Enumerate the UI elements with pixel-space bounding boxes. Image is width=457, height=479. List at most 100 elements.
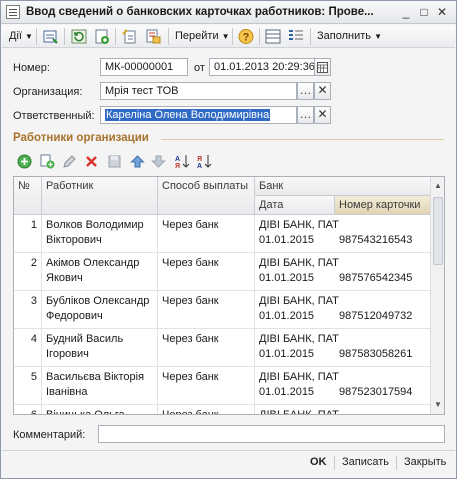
maximize-button[interactable]: □ bbox=[416, 5, 432, 19]
ok-button[interactable]: OK bbox=[310, 456, 327, 468]
bank-detail-line: 01.01.2015 987543216543 bbox=[259, 233, 428, 248]
workers-table[interactable]: № Работник Способ выплаты Банк Дата Номе… bbox=[13, 176, 445, 415]
bank-name: ДІВІ БАНК, ПАТ bbox=[259, 409, 339, 415]
add-document-icon[interactable] bbox=[94, 29, 110, 44]
bank-detail-line: 01.01.2015 987583058261 bbox=[259, 347, 428, 362]
post-document-icon[interactable] bbox=[43, 29, 59, 44]
card-number: 987512049732 bbox=[339, 310, 413, 322]
table-scrollbar[interactable]: ▲ ▼ bbox=[430, 177, 444, 414]
sort-descending-icon[interactable]: Я A bbox=[197, 154, 212, 169]
payment-method-cell[interactable]: Через банк bbox=[158, 367, 255, 405]
copy-row-icon[interactable] bbox=[40, 154, 55, 169]
bank-cell[interactable]: ДІВІ БАНК, ПАТ 01.01.2015 987523017594 bbox=[255, 367, 432, 405]
bank-detail-line: 01.01.2015 987576542345 bbox=[259, 271, 428, 286]
table-row[interactable]: 5 Васильєва Вікторія Іванівна Через банк ДІВ… bbox=[14, 367, 432, 405]
clear-icon: ✕ bbox=[317, 83, 328, 97]
payment-method-cell[interactable]: Через банк bbox=[158, 329, 255, 367]
actions-menu[interactable]: Дії ▼ bbox=[6, 27, 36, 46]
table-row[interactable]: 1 Волков Володимир Вікторович Через банк ДІВ… bbox=[14, 215, 432, 253]
worker-cell[interactable]: Бубліков Олександр Федорович bbox=[42, 291, 158, 329]
responsible-clear-button[interactable]: ✕ bbox=[314, 106, 331, 124]
calendar-button[interactable] bbox=[314, 58, 331, 76]
number-field[interactable]: МК-00000001 bbox=[100, 58, 188, 76]
section-divider bbox=[161, 139, 444, 140]
print-document-icon[interactable] bbox=[145, 29, 161, 44]
structure-icon[interactable] bbox=[265, 29, 281, 44]
end-edit-icon[interactable] bbox=[107, 154, 122, 169]
column-header-payment-method[interactable]: Способ выплаты bbox=[158, 177, 255, 215]
number-label: Номер: bbox=[13, 62, 50, 74]
list-settings-icon[interactable] bbox=[288, 29, 304, 44]
responsible-field[interactable]: Кареліна Олена Володимирівна bbox=[100, 106, 297, 124]
svg-text:A: A bbox=[175, 156, 180, 163]
table-toolbar: A Я Я A bbox=[13, 152, 313, 172]
chevron-down-icon: ▼ bbox=[25, 32, 33, 41]
worker-cell[interactable]: Акімов Олександр Якович bbox=[42, 253, 158, 291]
scroll-thumb[interactable] bbox=[433, 197, 443, 265]
sort-ascending-icon[interactable]: A Я bbox=[175, 154, 190, 169]
row-number-cell: 1 bbox=[14, 215, 42, 253]
worker-cell[interactable]: Волков Володимир Вікторович bbox=[42, 215, 158, 253]
column-header-number[interactable]: № bbox=[14, 177, 42, 215]
actions-menu-label: Дії bbox=[9, 30, 22, 42]
worker-cell[interactable]: Васильєва Вікторія Іванівна bbox=[42, 367, 158, 405]
bank-cell[interactable]: ДІВІ БАНК, ПАТ 01.01.2015 987512049732 bbox=[255, 291, 432, 329]
organization-select-button[interactable]: … bbox=[297, 82, 314, 100]
bank-cell[interactable]: ДІВІ БАНК, ПАТ bbox=[255, 405, 432, 415]
payment-method-cell[interactable]: Через банк bbox=[158, 215, 255, 253]
bank-cell[interactable]: ДІВІ БАНК, ПАТ 01.01.2015 987543216543 bbox=[255, 215, 432, 253]
help-icon[interactable]: ? bbox=[238, 29, 254, 44]
toolbar-divider bbox=[259, 28, 260, 45]
svg-text:?: ? bbox=[243, 32, 250, 44]
move-down-icon[interactable] bbox=[151, 154, 166, 169]
bank-cell[interactable]: ДІВІ БАНК, ПАТ 01.01.2015 987583058261 bbox=[255, 329, 432, 367]
payment-method-cell[interactable]: Через банк bbox=[158, 253, 255, 291]
fill-menu[interactable]: Заполнить ▼ bbox=[314, 27, 385, 46]
comment-field[interactable] bbox=[98, 425, 445, 443]
toolbar-divider bbox=[64, 28, 65, 45]
scroll-down-icon[interactable]: ▼ bbox=[433, 400, 443, 410]
refresh-icon[interactable] bbox=[71, 29, 87, 44]
responsible-select-button[interactable]: … bbox=[297, 106, 314, 124]
footer-divider bbox=[2, 450, 455, 451]
title-bar: Ввод сведений о банковских карточках раб… bbox=[1, 1, 456, 24]
command-bar: Дії ▼ Перейти ▼ ? Заполнить ▼ bbox=[2, 25, 455, 48]
based-on-icon[interactable] bbox=[122, 29, 138, 44]
organization-label: Организация: bbox=[13, 86, 83, 98]
column-header-worker[interactable]: Работник bbox=[42, 177, 158, 215]
column-header-card-number[interactable]: Номер карточки bbox=[335, 196, 432, 215]
date-field[interactable]: 01.01.2013 20:29:36 bbox=[209, 58, 315, 76]
bank-name: ДІВІ БАНК, ПАТ bbox=[259, 371, 339, 383]
ellipsis-icon: … bbox=[299, 83, 312, 97]
organization-field[interactable]: Мрія тест ТОВ bbox=[100, 82, 297, 100]
minimize-button[interactable]: _ bbox=[398, 5, 414, 19]
table-row[interactable]: 3 Бубліков Олександр Федорович Через банк ДІ… bbox=[14, 291, 432, 329]
close-button[interactable]: ✕ bbox=[434, 5, 450, 19]
bank-detail-line: 01.01.2015 987512049732 bbox=[259, 309, 428, 324]
worker-cell[interactable]: Віницька Ольга bbox=[42, 405, 158, 414]
column-header-date[interactable]: Дата bbox=[255, 196, 335, 215]
add-row-icon[interactable] bbox=[17, 154, 32, 169]
goto-menu[interactable]: Перейти ▼ bbox=[172, 27, 233, 46]
bank-name: ДІВІ БАНК, ПАТ bbox=[259, 333, 339, 345]
card-number: 987576542345 bbox=[339, 272, 413, 284]
payment-method-cell[interactable]: Через банк bbox=[158, 291, 255, 329]
column-header-bank[interactable]: Банк bbox=[255, 177, 432, 196]
organization-clear-button[interactable]: ✕ bbox=[314, 82, 331, 100]
clear-icon: ✕ bbox=[317, 107, 328, 121]
table-row[interactable]: 2 Акімов Олександр Якович Через банк ДІВІ БА… bbox=[14, 253, 432, 291]
save-button[interactable]: Записать bbox=[342, 456, 389, 468]
move-up-icon[interactable] bbox=[130, 154, 145, 169]
table-row[interactable]: 4 Будний Василь Ігорович Через банк ДІВІ БАН… bbox=[14, 329, 432, 367]
window-title: Ввод сведений о банковских карточках раб… bbox=[26, 6, 374, 18]
table-row[interactable]: 6 Віницька Ольга Через банк ДІВІ БАНК, ПАТ bbox=[14, 405, 432, 415]
payment-method-cell[interactable]: Через банк bbox=[158, 405, 255, 414]
goto-menu-label: Перейти bbox=[175, 30, 219, 42]
scroll-up-icon[interactable]: ▲ bbox=[433, 181, 443, 191]
bank-cell[interactable]: ДІВІ БАНК, ПАТ 01.01.2015 987576542345 bbox=[255, 253, 432, 291]
edit-row-icon[interactable] bbox=[62, 154, 77, 169]
close-form-button[interactable]: Закрыть bbox=[404, 456, 446, 468]
document-icon bbox=[6, 5, 20, 19]
worker-cell[interactable]: Будний Василь Ігорович bbox=[42, 329, 158, 367]
delete-row-icon[interactable] bbox=[84, 154, 99, 169]
